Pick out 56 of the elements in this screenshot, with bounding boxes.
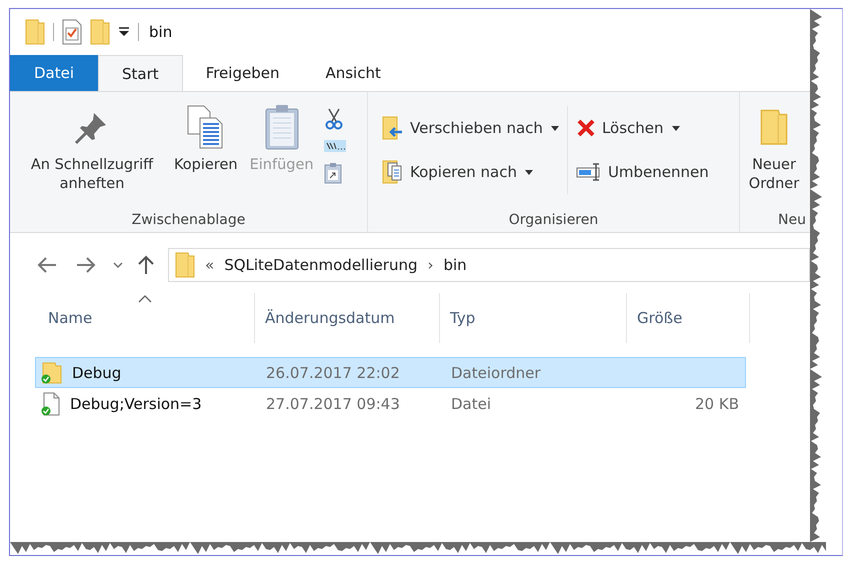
customize-dropdown-icon[interactable]	[118, 26, 130, 38]
column-header[interactable]: Größe	[627, 293, 750, 343]
breadcrumb[interactable]: bin	[443, 256, 467, 274]
file-name: Debug	[72, 364, 122, 382]
dropdown-caret-icon	[524, 170, 533, 174]
file-name: Debug;Version=3	[70, 394, 202, 412]
group-label: Neu	[778, 212, 806, 228]
size-cell-text: 20 KB	[694, 394, 740, 412]
synced-folder-icon	[41, 362, 63, 384]
ribbon-button[interactable]: Kopieren nach	[374, 150, 567, 194]
ribbon-tab[interactable]: Ansicht	[302, 55, 404, 91]
properties-icon[interactable]	[62, 19, 82, 45]
back-arrow-icon[interactable]	[37, 257, 57, 273]
address-bar[interactable]: « SQLiteDatenmodellierung › bin	[168, 248, 810, 282]
delete-x-icon	[576, 118, 596, 138]
dropdown-caret-icon	[550, 126, 559, 130]
folder-icon	[25, 19, 45, 45]
group-label: Zwischenablage	[132, 212, 246, 228]
folder-icon	[175, 252, 195, 278]
ribbon-button[interactable]: Umbenennen	[566, 150, 717, 194]
column-header[interactable]: Änderungsdatum	[255, 293, 440, 343]
scissors-icon[interactable]	[324, 108, 344, 130]
rename-icon	[576, 162, 602, 182]
ribbon-button[interactable]: An Schnellzugriff anheften	[20, 98, 164, 198]
ribbon-tab[interactable]: Freigeben	[182, 55, 302, 91]
date-cell-text: 26.07.2017 22:02	[265, 364, 401, 382]
clipboard-icon	[264, 104, 300, 150]
forward-arrow-icon[interactable]	[76, 257, 96, 273]
column-header[interactable]: Name	[38, 293, 255, 343]
type-cell-text: Dateiordner	[450, 364, 542, 382]
breadcrumb[interactable]: SQLiteDatenmodellierung	[224, 256, 418, 274]
up-arrow-icon[interactable]	[138, 255, 154, 275]
date-cell-text: 27.07.2017 09:43	[265, 394, 401, 412]
chevron-down-icon[interactable]	[113, 262, 123, 268]
path-separator[interactable]: ›	[427, 256, 434, 274]
file-row[interactable]: Debug;Version=3 27.07.2017 09:43 Datei 20 KB	[35, 388, 746, 419]
ribbon-tab[interactable]: Datei	[10, 55, 98, 91]
folder-icon	[760, 108, 788, 146]
window-title: bin	[149, 23, 172, 41]
ribbon-button[interactable]: Verschieben nach	[374, 106, 567, 150]
ribbon-tab[interactable]: Start	[98, 55, 183, 91]
type-cell-text: Datei	[450, 394, 492, 412]
ribbon-button[interactable]: Kopieren	[172, 98, 240, 179]
file-row[interactable]: Debug 26.07.2017 22:02 Dateiordner	[35, 357, 746, 388]
synced-file-icon	[41, 392, 61, 416]
move-folder-icon	[382, 116, 404, 140]
ribbon-button[interactable]: Löschen	[566, 106, 717, 150]
new-folder-icon	[90, 19, 110, 45]
group-label: Organisieren	[508, 212, 598, 228]
column-header[interactable]: Typ	[440, 293, 627, 343]
copy-folder-icon	[382, 160, 404, 184]
paste-shortcut-icon[interactable]	[324, 162, 342, 184]
copy-path-icon[interactable]	[324, 140, 346, 152]
ribbon-button[interactable]: Neuer Ordner	[742, 98, 806, 198]
overflow-chevron[interactable]: «	[205, 256, 214, 274]
dropdown-caret-icon	[672, 126, 680, 130]
